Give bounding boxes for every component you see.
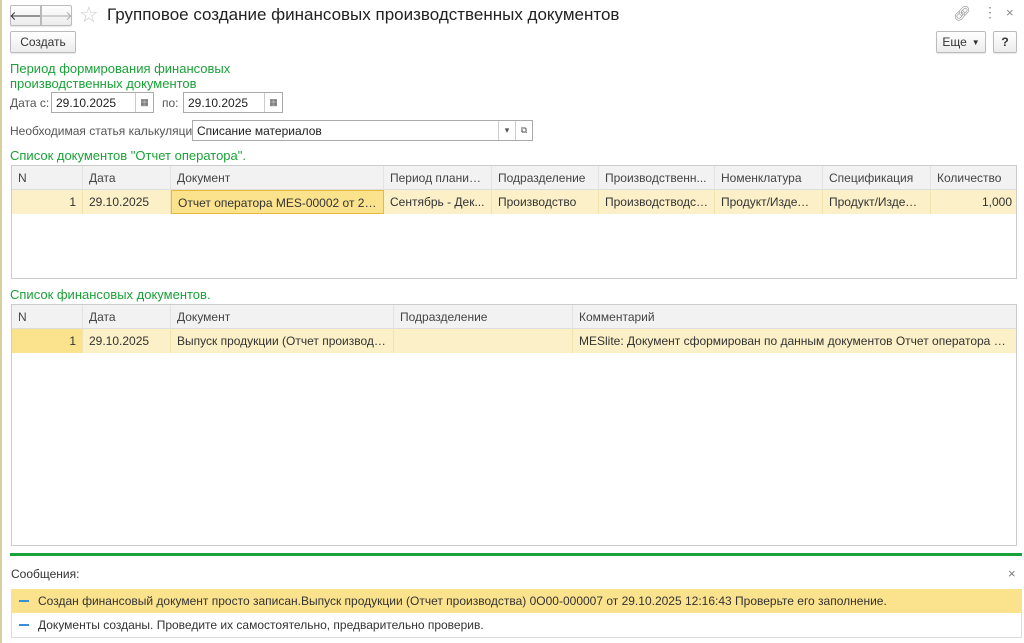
more-button[interactable]: Еще ▼ — [936, 31, 986, 53]
cell-date: 29.10.2025 — [83, 190, 171, 214]
message-text: Создан финансовый документ просто записа… — [38, 594, 887, 608]
col-date[interactable]: Дата — [83, 305, 171, 329]
calendar-icon[interactable]: ▦ — [135, 93, 153, 112]
table-row[interactable]: 1 29.10.2025 Отчет оператора MES-00002 о… — [12, 190, 1016, 214]
date-from-value: 29.10.2025 — [56, 95, 117, 110]
cell-nomenclature: Продукт/Издели... — [715, 190, 823, 214]
close-icon[interactable]: × — [1006, 5, 1014, 20]
back-button[interactable]: 🡐 — [9, 5, 42, 26]
message-item[interactable]: Документы созданы. Проведите их самостоя… — [11, 613, 1022, 637]
create-button[interactable]: Создать — [10, 31, 76, 53]
col-department[interactable]: Подразделение — [492, 166, 599, 190]
operator-list-title: Список документов "Отчет оператора". — [10, 148, 246, 163]
cell-period: Сентябрь - Дек... — [384, 190, 492, 214]
finance-list-title: Список финансовых документов. — [10, 287, 211, 302]
date-to-value: 29.10.2025 — [188, 95, 249, 110]
dropdown-icon[interactable]: ▾ — [498, 121, 515, 140]
calc-select[interactable]: Списание материалов ▾ ⧉ — [192, 120, 533, 141]
cell-n: 1 — [12, 329, 83, 353]
calc-label: Необходимая статья калькуляции: — [10, 124, 203, 138]
operator-table[interactable]: N Дата Документ Период планир... Подразд… — [11, 165, 1017, 279]
col-document[interactable]: Документ — [171, 305, 394, 329]
cell-n: 1 — [12, 190, 83, 214]
messages-divider[interactable] — [10, 553, 1022, 556]
col-specification[interactable]: Спецификация — [823, 166, 931, 190]
table-header: N Дата Документ Подразделение Комментари… — [12, 305, 1016, 329]
more-menu-icon[interactable]: ⋮ — [983, 4, 997, 21]
date-to-input[interactable]: 29.10.2025 ▦ — [183, 92, 283, 113]
calendar-icon[interactable]: ▦ — [264, 93, 282, 112]
open-icon[interactable]: ⧉ — [515, 121, 532, 140]
message-text: Документы созданы. Проведите их самостоя… — [38, 618, 484, 632]
cell-production: Производстводст... — [599, 190, 715, 214]
cell-comment: MESlite: Документ сформирован по данным … — [579, 334, 1018, 348]
dash-icon — [19, 600, 29, 602]
col-comment[interactable]: Комментарий — [573, 305, 1018, 329]
message-item[interactable]: Создан финансовый документ просто записа… — [11, 589, 1022, 613]
cell-document[interactable]: Отчет оператора MES-00002 от 29.... — [171, 190, 384, 214]
date-from-label: Дата с: — [10, 96, 50, 110]
date-to-label: по: — [162, 96, 179, 110]
link-icon[interactable]: 🔗︎ — [953, 5, 971, 22]
col-quantity[interactable]: Количество — [931, 166, 1018, 190]
cell-date: 29.10.2025 — [83, 329, 171, 353]
dash-icon — [19, 624, 29, 626]
col-period[interactable]: Период планир... — [384, 166, 492, 190]
col-nomenclature[interactable]: Номенклатура — [715, 166, 823, 190]
more-label: Еще — [942, 35, 967, 49]
table-row[interactable]: 1 29.10.2025 Выпуск продукции (Отчет про… — [12, 329, 1018, 353]
date-from-input[interactable]: 29.10.2025 ▦ — [51, 92, 154, 113]
cell-department — [394, 329, 573, 353]
col-production[interactable]: Производственн... — [599, 166, 715, 190]
col-document[interactable]: Документ — [171, 166, 384, 190]
messages-title: Сообщения: — [11, 567, 80, 581]
window-title: Групповое создание финансовых производст… — [107, 5, 620, 24]
col-department[interactable]: Подразделение — [394, 305, 573, 329]
cell-department: Производство — [492, 190, 599, 214]
messages-close-icon[interactable]: × — [1008, 566, 1016, 581]
cell-document: Выпуск продукции (Отчет производст... — [171, 329, 394, 353]
forward-button[interactable]: 🡒 — [40, 5, 73, 26]
cell-specification: Продукт/Издели... — [823, 190, 931, 214]
col-date[interactable]: Дата — [83, 166, 171, 190]
left-edge — [0, 0, 2, 643]
cell-quantity: 1,000 — [981, 195, 1012, 209]
chevron-down-icon: ▼ — [971, 37, 980, 47]
period-title: Период формирования финансовых производс… — [10, 61, 231, 91]
col-n[interactable]: N — [12, 166, 83, 190]
help-button[interactable]: ? — [993, 31, 1017, 53]
finance-table[interactable]: N Дата Документ Подразделение Комментари… — [11, 304, 1018, 546]
col-n[interactable]: N — [12, 305, 83, 329]
favorite-star-icon[interactable]: ☆ — [79, 2, 99, 28]
table-header: N Дата Документ Период планир... Подразд… — [12, 166, 1016, 190]
calc-value: Списание материалов — [197, 123, 322, 138]
